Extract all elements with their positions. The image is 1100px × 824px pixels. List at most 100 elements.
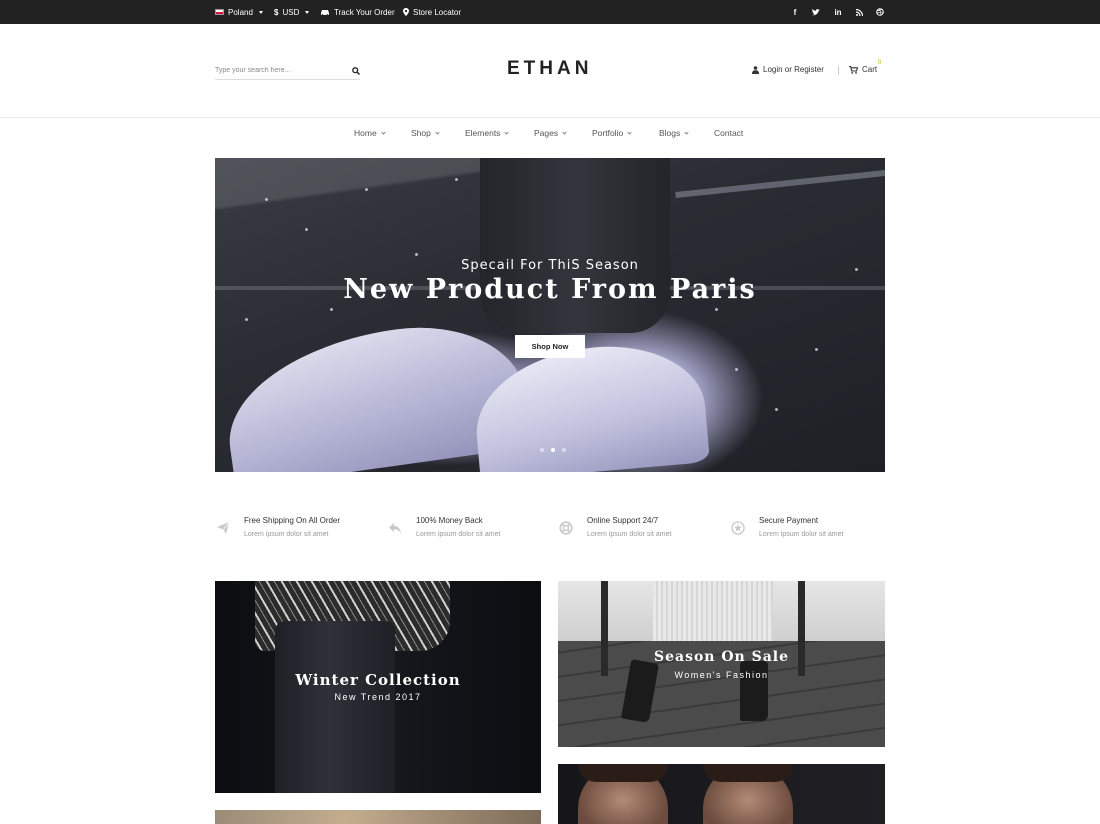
water-drop	[245, 318, 248, 321]
banner-image	[275, 621, 395, 793]
linkedin-icon[interactable]: in	[832, 0, 844, 24]
chevron-down-icon	[381, 129, 386, 135]
nav-shop[interactable]: Shop	[411, 128, 440, 138]
hero-background	[480, 158, 670, 333]
shield-star-icon	[730, 520, 746, 536]
water-drop	[415, 253, 418, 256]
nav-label: Contact	[714, 128, 744, 138]
hero-subtitle: Specail For ThiS Season	[461, 258, 639, 273]
banner-image	[653, 581, 773, 641]
chevron-down-icon	[258, 10, 263, 14]
nav-label: Portfolio	[592, 128, 624, 138]
rss-icon[interactable]	[853, 0, 865, 24]
track-order-label: Track Your Order	[334, 7, 395, 17]
feature-title: 100% Money Back	[416, 516, 483, 525]
feature-title: Free Shipping On All Order	[244, 516, 341, 525]
slider-dot-active[interactable]	[551, 448, 555, 452]
search-box	[215, 62, 360, 80]
feature-title: Secure Payment	[759, 516, 819, 525]
water-drop	[735, 368, 738, 371]
currency-symbol: $	[274, 7, 279, 17]
poland-flag-icon	[215, 9, 224, 15]
nav-elements[interactable]: Elements	[465, 128, 510, 138]
feature-description: Lorem ipsum dolor sit amet	[587, 531, 672, 538]
site-logo[interactable]: ETHAN	[507, 58, 592, 80]
water-drop	[775, 408, 778, 411]
dribbble-icon[interactable]	[874, 0, 886, 24]
main-nav: Home Shop Elements Pages Portfolio Blogs…	[0, 128, 1100, 146]
water-drop	[815, 348, 818, 351]
chevron-down-icon	[504, 129, 510, 135]
water-drop	[455, 178, 458, 181]
chevron-down-icon	[305, 10, 310, 14]
nav-home[interactable]: Home	[354, 128, 386, 138]
winter-collection-banner[interactable]: Winter Collection New Trend 2017	[215, 581, 541, 793]
chevron-down-icon	[627, 129, 632, 135]
store-locator-label: Store Locator	[413, 7, 462, 17]
hero-background	[675, 167, 885, 199]
currency-label: USD	[282, 7, 300, 17]
feature-description: Lorem ipsum dolor sit amet	[244, 531, 329, 538]
banner-subtitle: New Trend 2017	[334, 692, 422, 702]
country-selector[interactable]: Poland	[215, 0, 263, 24]
hero-slider: Specail For ThiS Season New Product From…	[215, 158, 885, 472]
water-drop	[265, 198, 268, 201]
feature-description: Lorem ipsum dolor sit amet	[416, 531, 501, 538]
feature-online-support: Online Support 24/7 Lorem ipsum dolor si…	[558, 516, 671, 538]
season-sale-banner[interactable]: Season On Sale Women's Fashion	[558, 581, 885, 747]
shop-now-button[interactable]: Shop Now	[515, 335, 585, 358]
water-drop	[305, 228, 308, 231]
login-register-link[interactable]: Login or Register	[752, 65, 824, 74]
hero-title: New Product From Paris	[343, 274, 757, 305]
banner-image	[621, 659, 659, 723]
facebook-icon[interactable]: f	[789, 0, 801, 24]
twitter-icon[interactable]	[810, 0, 822, 24]
nav-pages[interactable]: Pages	[534, 128, 567, 138]
user-icon	[752, 65, 759, 74]
top-bar: Poland $ USD Track Your Order Store Loca…	[0, 0, 1100, 24]
slider-dots	[540, 448, 566, 452]
car-icon	[321, 10, 329, 16]
feature-money-back: 100% Money Back Lorem ipsum dolor sit am…	[387, 516, 500, 538]
accessories-banner[interactable]	[215, 810, 541, 824]
nav-label: Pages	[534, 128, 559, 138]
banner-image	[578, 764, 668, 782]
login-register-label: Login or Register	[763, 65, 824, 74]
nav-label: Elements	[465, 128, 501, 138]
water-drop	[715, 308, 718, 311]
slider-dot[interactable]	[540, 448, 544, 452]
feature-title: Online Support 24/7	[587, 516, 659, 525]
slider-dot[interactable]	[562, 448, 566, 452]
men-collection-banner[interactable]	[558, 764, 885, 824]
currency-selector[interactable]: $ USD	[274, 0, 310, 24]
cart-label: Cart	[862, 65, 878, 74]
header-divider	[838, 66, 839, 75]
feature-free-shipping: Free Shipping On All Order Lorem ipsum d…	[215, 516, 340, 538]
feature-secure-payment: Secure Payment Lorem ipsum dolor sit ame…	[730, 516, 843, 538]
plane-icon	[215, 520, 231, 536]
chevron-down-icon	[562, 129, 567, 135]
water-drop	[330, 308, 333, 311]
reply-arrow-icon	[387, 520, 403, 536]
country-label: Poland	[228, 7, 253, 17]
nav-label: Home	[354, 128, 377, 138]
banner-subtitle: Women's Fashion	[674, 670, 769, 680]
search-input[interactable]	[215, 67, 335, 74]
chevron-down-icon	[435, 129, 440, 135]
nav-label: Shop	[411, 128, 431, 138]
lifebuoy-icon	[558, 520, 574, 536]
store-locator-link[interactable]: Store Locator	[403, 0, 461, 24]
feature-description: Lorem ipsum dolor sit amet	[759, 531, 844, 538]
nav-contact[interactable]: Contact	[714, 128, 743, 138]
map-pin-icon	[403, 8, 409, 16]
cart-count-badge: 0	[878, 60, 882, 66]
search-icon[interactable]	[352, 66, 360, 75]
cart-link[interactable]: Cart	[849, 65, 877, 74]
nav-portfolio[interactable]: Portfolio	[592, 128, 632, 138]
chevron-down-icon	[684, 129, 689, 135]
cart-icon	[849, 65, 858, 74]
banner-title: Season On Sale	[653, 649, 790, 665]
track-order-link[interactable]: Track Your Order	[320, 0, 395, 24]
site-header: ETHAN Login or Register Cart 0	[0, 24, 1100, 118]
nav-blogs[interactable]: Blogs	[659, 128, 689, 138]
